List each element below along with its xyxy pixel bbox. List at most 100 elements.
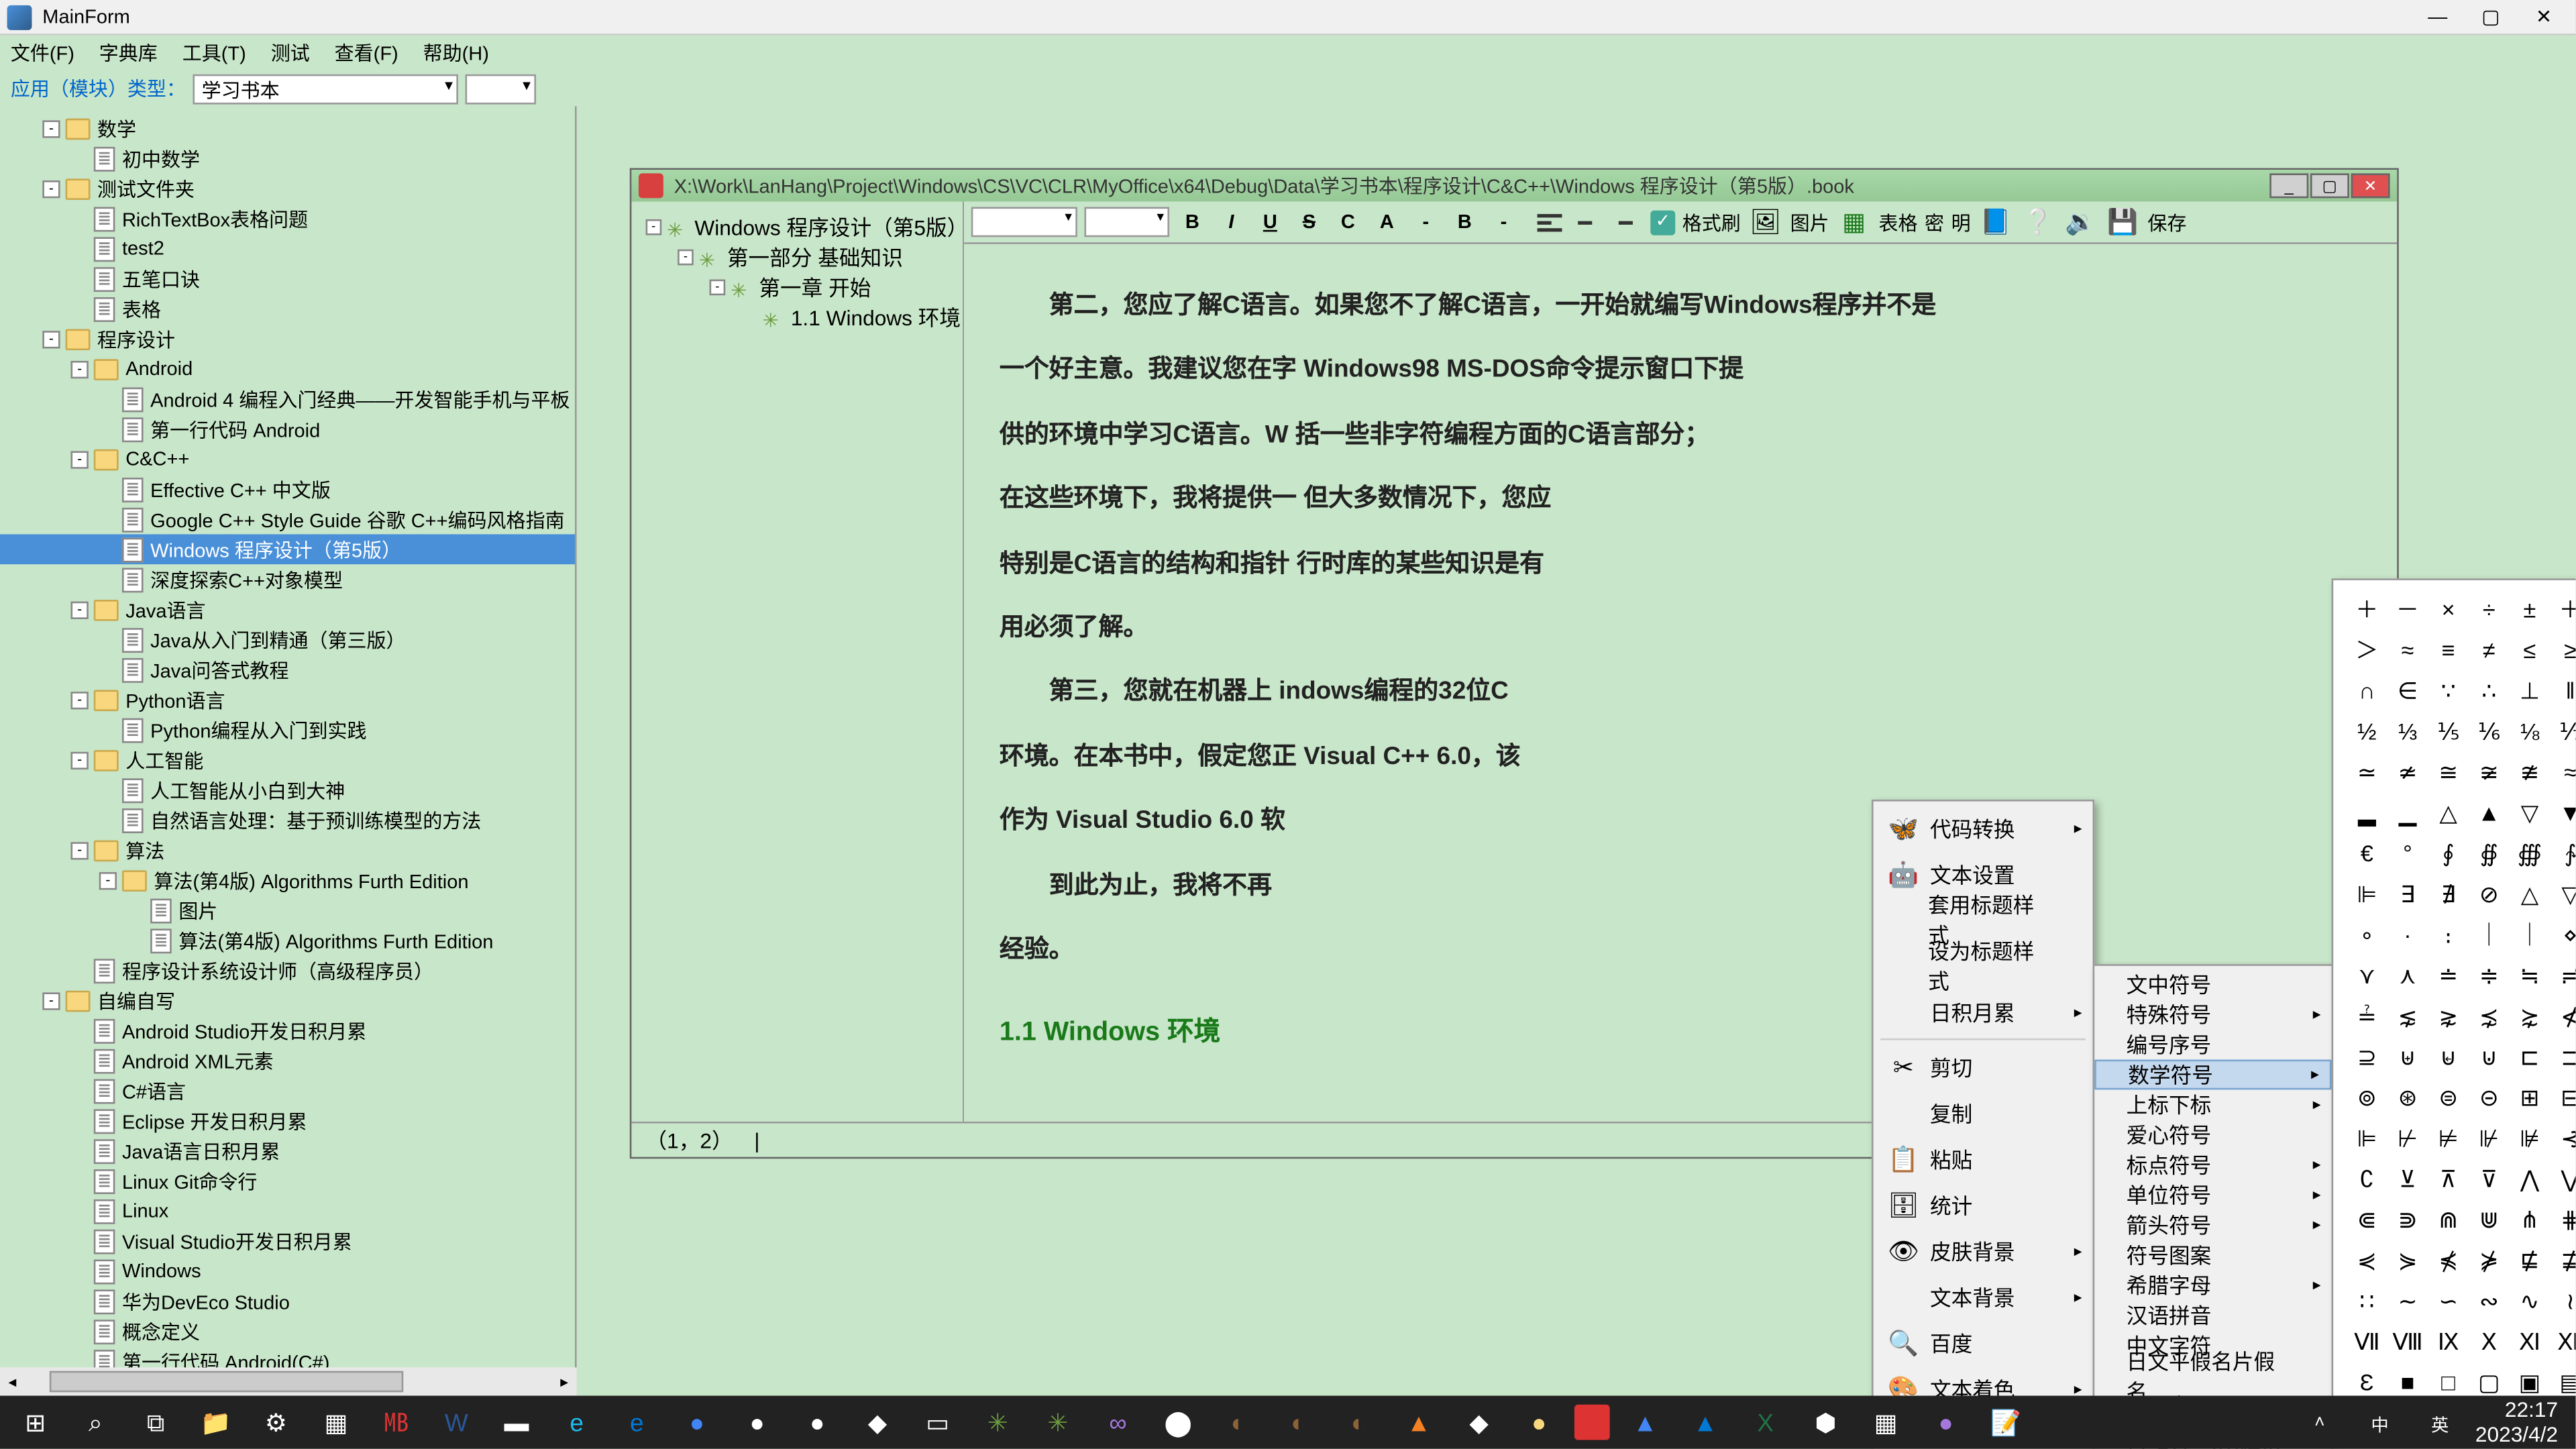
context-menu-item[interactable]: 编号序号	[2094, 1030, 2331, 1060]
symbol-cell[interactable]: ×	[2429, 591, 2468, 630]
context-menu-item[interactable]: 📋粘贴	[1874, 1136, 2093, 1182]
symbol-cell[interactable]: ⋒	[2429, 1201, 2468, 1240]
symbol-cell[interactable]: ⊭	[2429, 1120, 2468, 1159]
symbol-cell[interactable]: ⋣	[2551, 1242, 2576, 1281]
scroll-right-arrow[interactable]: ▸	[552, 1369, 577, 1394]
tree-node[interactable]: 初中数学	[0, 144, 575, 174]
outline-node[interactable]: -Windows 程序设计（第5版）	[631, 212, 962, 242]
symbol-cell[interactable]: ⊐	[2551, 1038, 2576, 1077]
symbol-cell[interactable]: ⊥	[2510, 672, 2549, 711]
tree-node[interactable]: Eclipse 开发日积月累	[0, 1106, 575, 1136]
apptype-select[interactable]: 学习书本	[193, 73, 458, 103]
menu-view[interactable]: 查看(F)	[335, 39, 398, 67]
minimize-button[interactable]: —	[2413, 3, 2463, 31]
explorer-icon[interactable]: 📁	[191, 1401, 241, 1444]
tree-node[interactable]: -Java语言	[0, 594, 575, 625]
ime-icon[interactable]: 中	[2355, 1401, 2405, 1444]
plain-button[interactable]: 明	[1951, 208, 1971, 236]
book-outline-tree[interactable]: -Windows 程序设计（第5版）-第一部分 基础知识-第一章 开始1.1 W…	[631, 202, 964, 1122]
tree-node[interactable]: -数学	[0, 113, 575, 144]
maximize-button[interactable]: ▢	[2466, 3, 2516, 31]
italic-button[interactable]: I	[1216, 206, 1247, 237]
symbol-cell[interactable]: ⅐	[2551, 713, 2576, 752]
browser-icon[interactable]: ●	[672, 1401, 722, 1444]
app-icon[interactable]: ▭	[913, 1401, 963, 1444]
symbol-cell[interactable]: ⊌	[2429, 1038, 2468, 1077]
outline-node[interactable]: -第一部分 基础知识	[631, 242, 962, 272]
symbol-cell[interactable]: ＞	[2347, 631, 2386, 670]
tree-node[interactable]: 华为DevEco Studio	[0, 1286, 575, 1316]
symbol-cell[interactable]: ≅	[2429, 753, 2468, 792]
tree-node[interactable]: Android XML元素	[0, 1045, 575, 1075]
symbol-cell[interactable]: ‖	[2551, 672, 2576, 711]
symbol-cell[interactable]: ∈	[2388, 672, 2427, 711]
expand-icon[interactable]: -	[70, 600, 88, 618]
font-family-select[interactable]	[971, 207, 1077, 237]
symbol-cell[interactable]: ∿	[2510, 1283, 2549, 1322]
symbol-cell[interactable]: ⋩	[2510, 998, 2549, 1036]
symbol-cell[interactable]: ⊽	[2469, 1161, 2508, 1199]
tree-node[interactable]: Linux Git命令行	[0, 1166, 575, 1196]
context-menu-main[interactable]: 🦋代码转换🤖文本设置套用标题样式设为标题样式日积月累✂剪切复制📋粘贴🗄统计👁皮肤…	[1872, 800, 2094, 1449]
context-menu-item[interactable]: 文中符号	[2094, 969, 2331, 1000]
context-menu-item[interactable]: 复制	[1874, 1089, 2093, 1136]
symbol-cell[interactable]: Ⅶ	[2347, 1323, 2386, 1362]
symbol-cell[interactable]: ⋑	[2388, 1201, 2427, 1240]
symbol-cell[interactable]: ∙	[2388, 916, 2427, 955]
tree-node[interactable]: -Python语言	[0, 685, 575, 715]
font-size-select[interactable]	[1084, 207, 1169, 237]
symbol-cell[interactable]: ≓	[2551, 957, 2576, 996]
close-button[interactable]: ✕	[2519, 3, 2569, 31]
app-icon[interactable]: ⬤	[1153, 1401, 1203, 1444]
context-menu-item[interactable]: 特殊符号	[2094, 1000, 2331, 1030]
context-menu-item[interactable]: 日积月累	[1874, 989, 2093, 1035]
symbol-cell[interactable]: ⋓	[2469, 1201, 2508, 1240]
tree-node[interactable]: Android Studio开发日积月累	[0, 1016, 575, 1046]
context-menu-item[interactable]: ✂剪切	[1874, 1044, 2093, 1090]
symbol-cell[interactable]: ∵	[2429, 672, 2468, 711]
symbol-cell[interactable]: ≃	[2347, 753, 2386, 792]
save-disk-icon[interactable]: 💾	[2105, 206, 2141, 237]
symbol-cell[interactable]: Ⅺ	[2510, 1323, 2549, 1362]
context-menu-item[interactable]: 🗄统计	[1874, 1182, 2093, 1228]
symbol-cell[interactable]: ⋦	[2388, 998, 2427, 1036]
format-painter[interactable]: 格式刷	[1682, 208, 1741, 236]
tree-node[interactable]: Google C++ Style Guide 谷歌 C++编码风格指南	[0, 504, 575, 535]
search-icon[interactable]: ⌕	[70, 1401, 120, 1444]
symbol-cell[interactable]: ⊚	[2347, 1079, 2386, 1118]
tray-chevron-icon[interactable]: ˄	[2295, 1401, 2345, 1444]
app-icon[interactable]: ⬢	[1801, 1401, 1850, 1444]
symbol-cell[interactable]: Ⅸ	[2429, 1323, 2468, 1362]
menu-test[interactable]: 测试	[271, 39, 310, 67]
symbol-cell[interactable]: ⋪	[2551, 998, 2576, 1036]
symbol-cell[interactable]: €	[2347, 835, 2386, 874]
symbol-cell[interactable]: ⊘	[2469, 875, 2508, 914]
app-icon[interactable]: ▲	[1680, 1401, 1730, 1444]
book-blue-icon[interactable]: 📘	[1978, 206, 2013, 237]
book-close[interactable]: ✕	[2351, 173, 2390, 198]
c-button[interactable]: C	[1332, 206, 1364, 237]
symbol-cell[interactable]: ⊮	[2469, 1120, 2508, 1159]
tree-node[interactable]: RichTextBox表格问题	[0, 203, 575, 233]
strike-button[interactable]: S	[1293, 206, 1325, 237]
symbol-cell[interactable]: ≀	[2551, 1283, 2576, 1322]
symbol-cell[interactable]: ⊻	[2388, 1161, 2427, 1199]
app-icon[interactable]: ◆	[853, 1401, 902, 1444]
tree-node[interactable]: -人工智能	[0, 745, 575, 775]
dash-button[interactable]: -	[1410, 206, 1442, 237]
symbol-cell[interactable]: ⊫	[2347, 875, 2386, 914]
tree-node[interactable]: -算法(第4版) Algorithms Furth Edition	[0, 865, 575, 895]
project-tree[interactable]: -数学初中数学-测试文件夹RichTextBox表格问题test2五笔口诀表格-…	[0, 106, 577, 1448]
tree-node[interactable]: 人工智能从小白到大神	[0, 775, 575, 805]
app-icon[interactable]: ㎆	[372, 1401, 421, 1444]
symbol-cell[interactable]: －	[2388, 591, 2427, 630]
check-icon[interactable]: ✓	[1650, 209, 1675, 234]
tree-node[interactable]: Effective C++ 中文版	[0, 474, 575, 504]
symbol-cell[interactable]: ≈	[2551, 753, 2576, 792]
symbol-cell[interactable]: ＋	[2551, 591, 2576, 630]
symbol-cell[interactable]: ⊏	[2510, 1038, 2549, 1077]
symbol-cell[interactable]: ＋	[2347, 591, 2386, 630]
symbol-cell[interactable]: ≄	[2388, 753, 2427, 792]
excel-icon[interactable]: ▦	[1836, 206, 1872, 237]
tree-node[interactable]: 表格	[0, 294, 575, 324]
